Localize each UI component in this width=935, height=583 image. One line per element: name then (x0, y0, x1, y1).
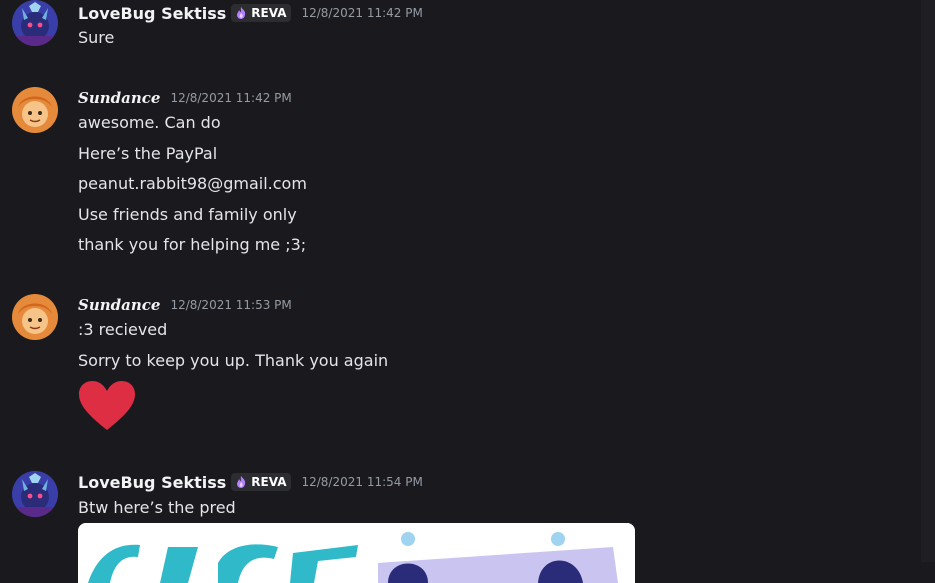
message-text: Btw here’s the pred (78, 498, 236, 517)
timestamp[interactable]: 12/8/2021 11:54 PM (301, 475, 422, 489)
message-text: Sure (78, 28, 115, 47)
avatar[interactable] (12, 471, 58, 517)
guild-tag[interactable]: REVA (231, 473, 292, 491)
guild-tag[interactable]: REVA (231, 4, 292, 22)
avatar[interactable] (12, 294, 58, 340)
heart-emoji[interactable] (78, 380, 136, 432)
avatar[interactable] (12, 87, 58, 133)
guild-tag-label: REVA (251, 6, 287, 20)
timestamp[interactable]: 12/8/2021 11:42 PM (301, 6, 422, 20)
message-text: Use friends and family only (78, 205, 297, 224)
username[interactable]: LoveBug Sektiss (78, 473, 226, 492)
message-text: :3 recieved (78, 320, 168, 339)
timestamp[interactable]: 12/8/2021 11:53 PM (170, 298, 291, 312)
message-text: Sorry to keep you up. Thank you again (78, 351, 389, 370)
username[interactable]: LoveBug Sektiss (78, 4, 226, 23)
flame-icon (237, 7, 246, 19)
username[interactable]: Sundance (78, 296, 160, 314)
message-text: peanut.rabbit98@gmail.com (78, 174, 307, 193)
avatar[interactable] (12, 0, 58, 46)
scrollbar[interactable] (921, 0, 935, 562)
flame-icon (237, 476, 246, 488)
image-attachment[interactable] (78, 523, 635, 583)
message-text: thank you for helping me ;3; (78, 235, 307, 254)
guild-tag-label: REVA (251, 475, 287, 489)
username[interactable]: Sundance (78, 89, 160, 107)
timestamp[interactable]: 12/8/2021 11:42 PM (170, 91, 291, 105)
message-text: awesome. Can do (78, 113, 221, 132)
message-text: Here’s the PayPal (78, 144, 218, 163)
